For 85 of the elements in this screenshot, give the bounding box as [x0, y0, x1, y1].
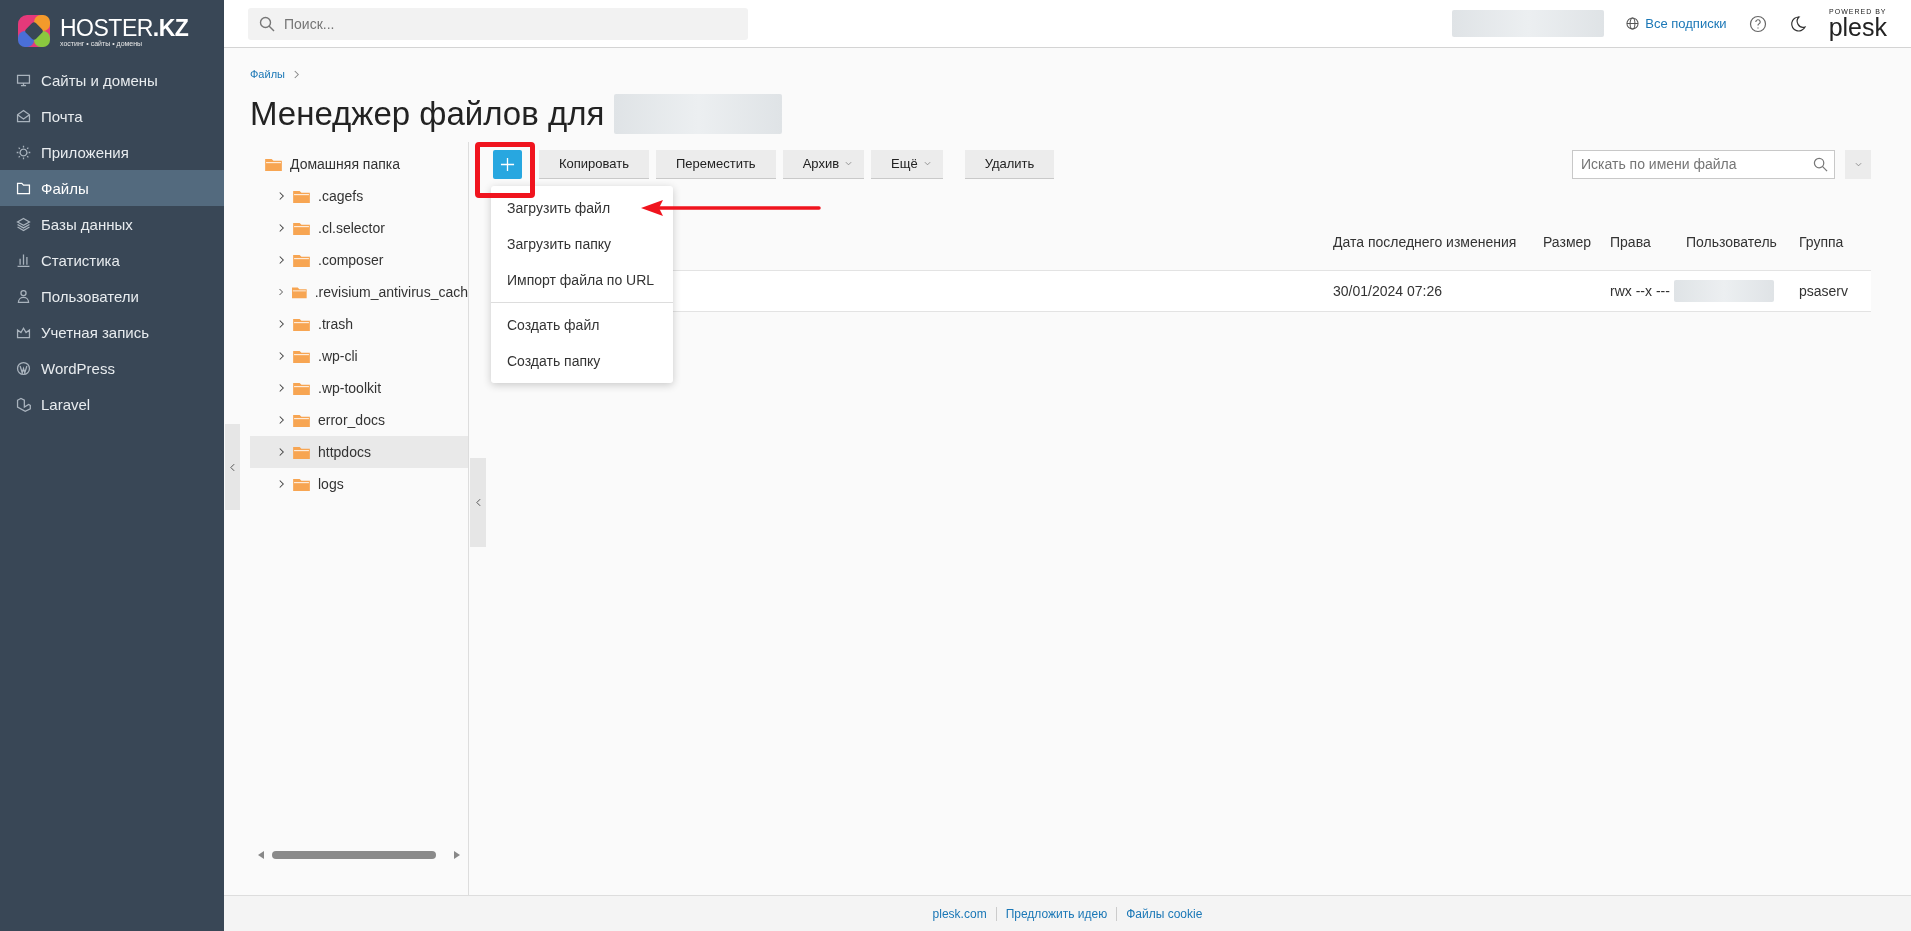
folder-icon	[293, 189, 310, 203]
nav-item[interactable]: WordPress	[0, 350, 224, 386]
chevron-left-icon	[230, 462, 235, 472]
nav-item[interactable]: Файлы	[0, 170, 224, 206]
chevron-left-icon	[475, 498, 481, 507]
folder-icon	[293, 349, 310, 363]
nav-icon	[15, 143, 32, 161]
folder-icon	[293, 477, 310, 491]
footer-link[interactable]: Файлы cookie	[1126, 906, 1203, 921]
folder-icon	[292, 285, 307, 299]
footer-link[interactable]: Предложить идею	[1005, 906, 1108, 921]
collapse-handle[interactable]	[470, 458, 486, 547]
nav-item[interactable]: Сайты и домены	[0, 62, 224, 98]
nav-item[interactable]: Почта	[0, 98, 224, 134]
folder-icon	[293, 381, 310, 395]
page-title: Менеджер файлов для	[250, 95, 605, 133]
folder-icon	[265, 157, 282, 171]
tree-item[interactable]: logs	[250, 468, 468, 500]
column-header[interactable]: Пользователь	[1686, 234, 1799, 250]
file-search-field[interactable]: Искать по имени файла	[1572, 149, 1835, 179]
caret-icon	[923, 161, 931, 166]
subscriptions-link[interactable]: Все подписки	[1626, 16, 1727, 31]
nav-icon	[15, 215, 32, 233]
chevron-icon	[292, 69, 300, 79]
scrollbar-thumb[interactable]	[271, 851, 437, 859]
tree-item[interactable]: httpdocs	[250, 436, 468, 468]
search-field[interactable]: Поиск...	[248, 7, 748, 40]
menu-item[interactable]: Создать файл	[491, 307, 673, 343]
highlight-frame	[475, 142, 535, 198]
plesk-logo: plesk	[1828, 14, 1887, 40]
menu-item[interactable]: Загрузить файл	[491, 190, 673, 226]
toolbar-button[interactable]: Копировать	[539, 149, 649, 179]
nav-icon	[15, 395, 32, 413]
add-button[interactable]	[493, 149, 522, 179]
sidebar-collapse-handle[interactable]	[225, 424, 240, 510]
nav-item[interactable]: Базы данных	[0, 206, 224, 242]
help-icon[interactable]	[1748, 14, 1767, 33]
column-header[interactable]: Размер	[1543, 234, 1610, 250]
tree-item[interactable]: .wp-toolkit	[250, 372, 468, 404]
caret-icon	[1854, 161, 1862, 167]
scroll-left-icon[interactable]	[258, 851, 264, 859]
nav-icon	[15, 287, 32, 305]
tree-item[interactable]: .composer	[250, 244, 468, 276]
toolbar-dropdown-button[interactable]: Ещё	[871, 149, 943, 179]
nav-item[interactable]: Учетная запись	[0, 314, 224, 350]
table-cell-text: rwx --x ---	[1610, 283, 1671, 299]
toolbar-dropdown-button[interactable]: Архив	[782, 149, 865, 179]
plus-icon	[500, 156, 515, 172]
tree-item[interactable]: .wp-cli	[250, 340, 468, 372]
folder-icon	[293, 253, 310, 267]
tree-item[interactable]: .revisium_antivirus_cach	[250, 276, 468, 308]
column-header[interactable]: Дата последнего изменения	[1333, 234, 1543, 250]
folder-icon	[293, 413, 310, 427]
footer-link[interactable]: plesk.com	[932, 906, 987, 921]
toolbar-button[interactable]: Удалить	[964, 149, 1055, 179]
breadcrumb-link[interactable]: Файлы	[250, 68, 285, 80]
nav-item[interactable]: Laravel	[0, 386, 224, 422]
tree-item[interactable]: .cagefs	[250, 180, 468, 212]
nav-icon	[15, 359, 32, 377]
column-header[interactable]: Права	[1610, 234, 1686, 250]
globe-icon	[1626, 17, 1640, 30]
toolbar-button[interactable]: Переместить	[656, 149, 776, 179]
nav-item[interactable]: Пользователи	[0, 278, 224, 314]
tree-item[interactable]: error_docs	[250, 404, 468, 436]
table-cell-text: psaserv	[1799, 283, 1850, 299]
menu-item[interactable]: Создать папку	[491, 343, 673, 379]
menu-item[interactable]: Загрузить папку	[491, 226, 673, 262]
nav-icon	[15, 107, 32, 125]
tree-item[interactable]: Домашняя папка	[250, 148, 468, 180]
menu-item[interactable]: Импорт файла по URL	[491, 262, 673, 298]
nav-item[interactable]: Статистика	[0, 242, 224, 278]
tree-item[interactable]: .trash	[250, 308, 468, 340]
column-header[interactable]: Группа	[1799, 234, 1871, 250]
folder-icon	[293, 221, 310, 235]
folder-icon	[293, 445, 310, 459]
search-icon	[259, 15, 275, 32]
folder-icon	[293, 317, 310, 331]
caret-icon	[845, 161, 853, 166]
logo-name: HOSTER.KZ	[60, 15, 189, 40]
tree-item[interactable]: .cl.selector	[250, 212, 468, 244]
search-icon	[1813, 156, 1828, 172]
table-cell-text: 30/01/2024 07:26	[1333, 283, 1443, 299]
nav-item[interactable]: Приложения	[0, 134, 224, 170]
moon-icon[interactable]	[1788, 14, 1807, 33]
scroll-right-icon[interactable]	[454, 851, 460, 859]
